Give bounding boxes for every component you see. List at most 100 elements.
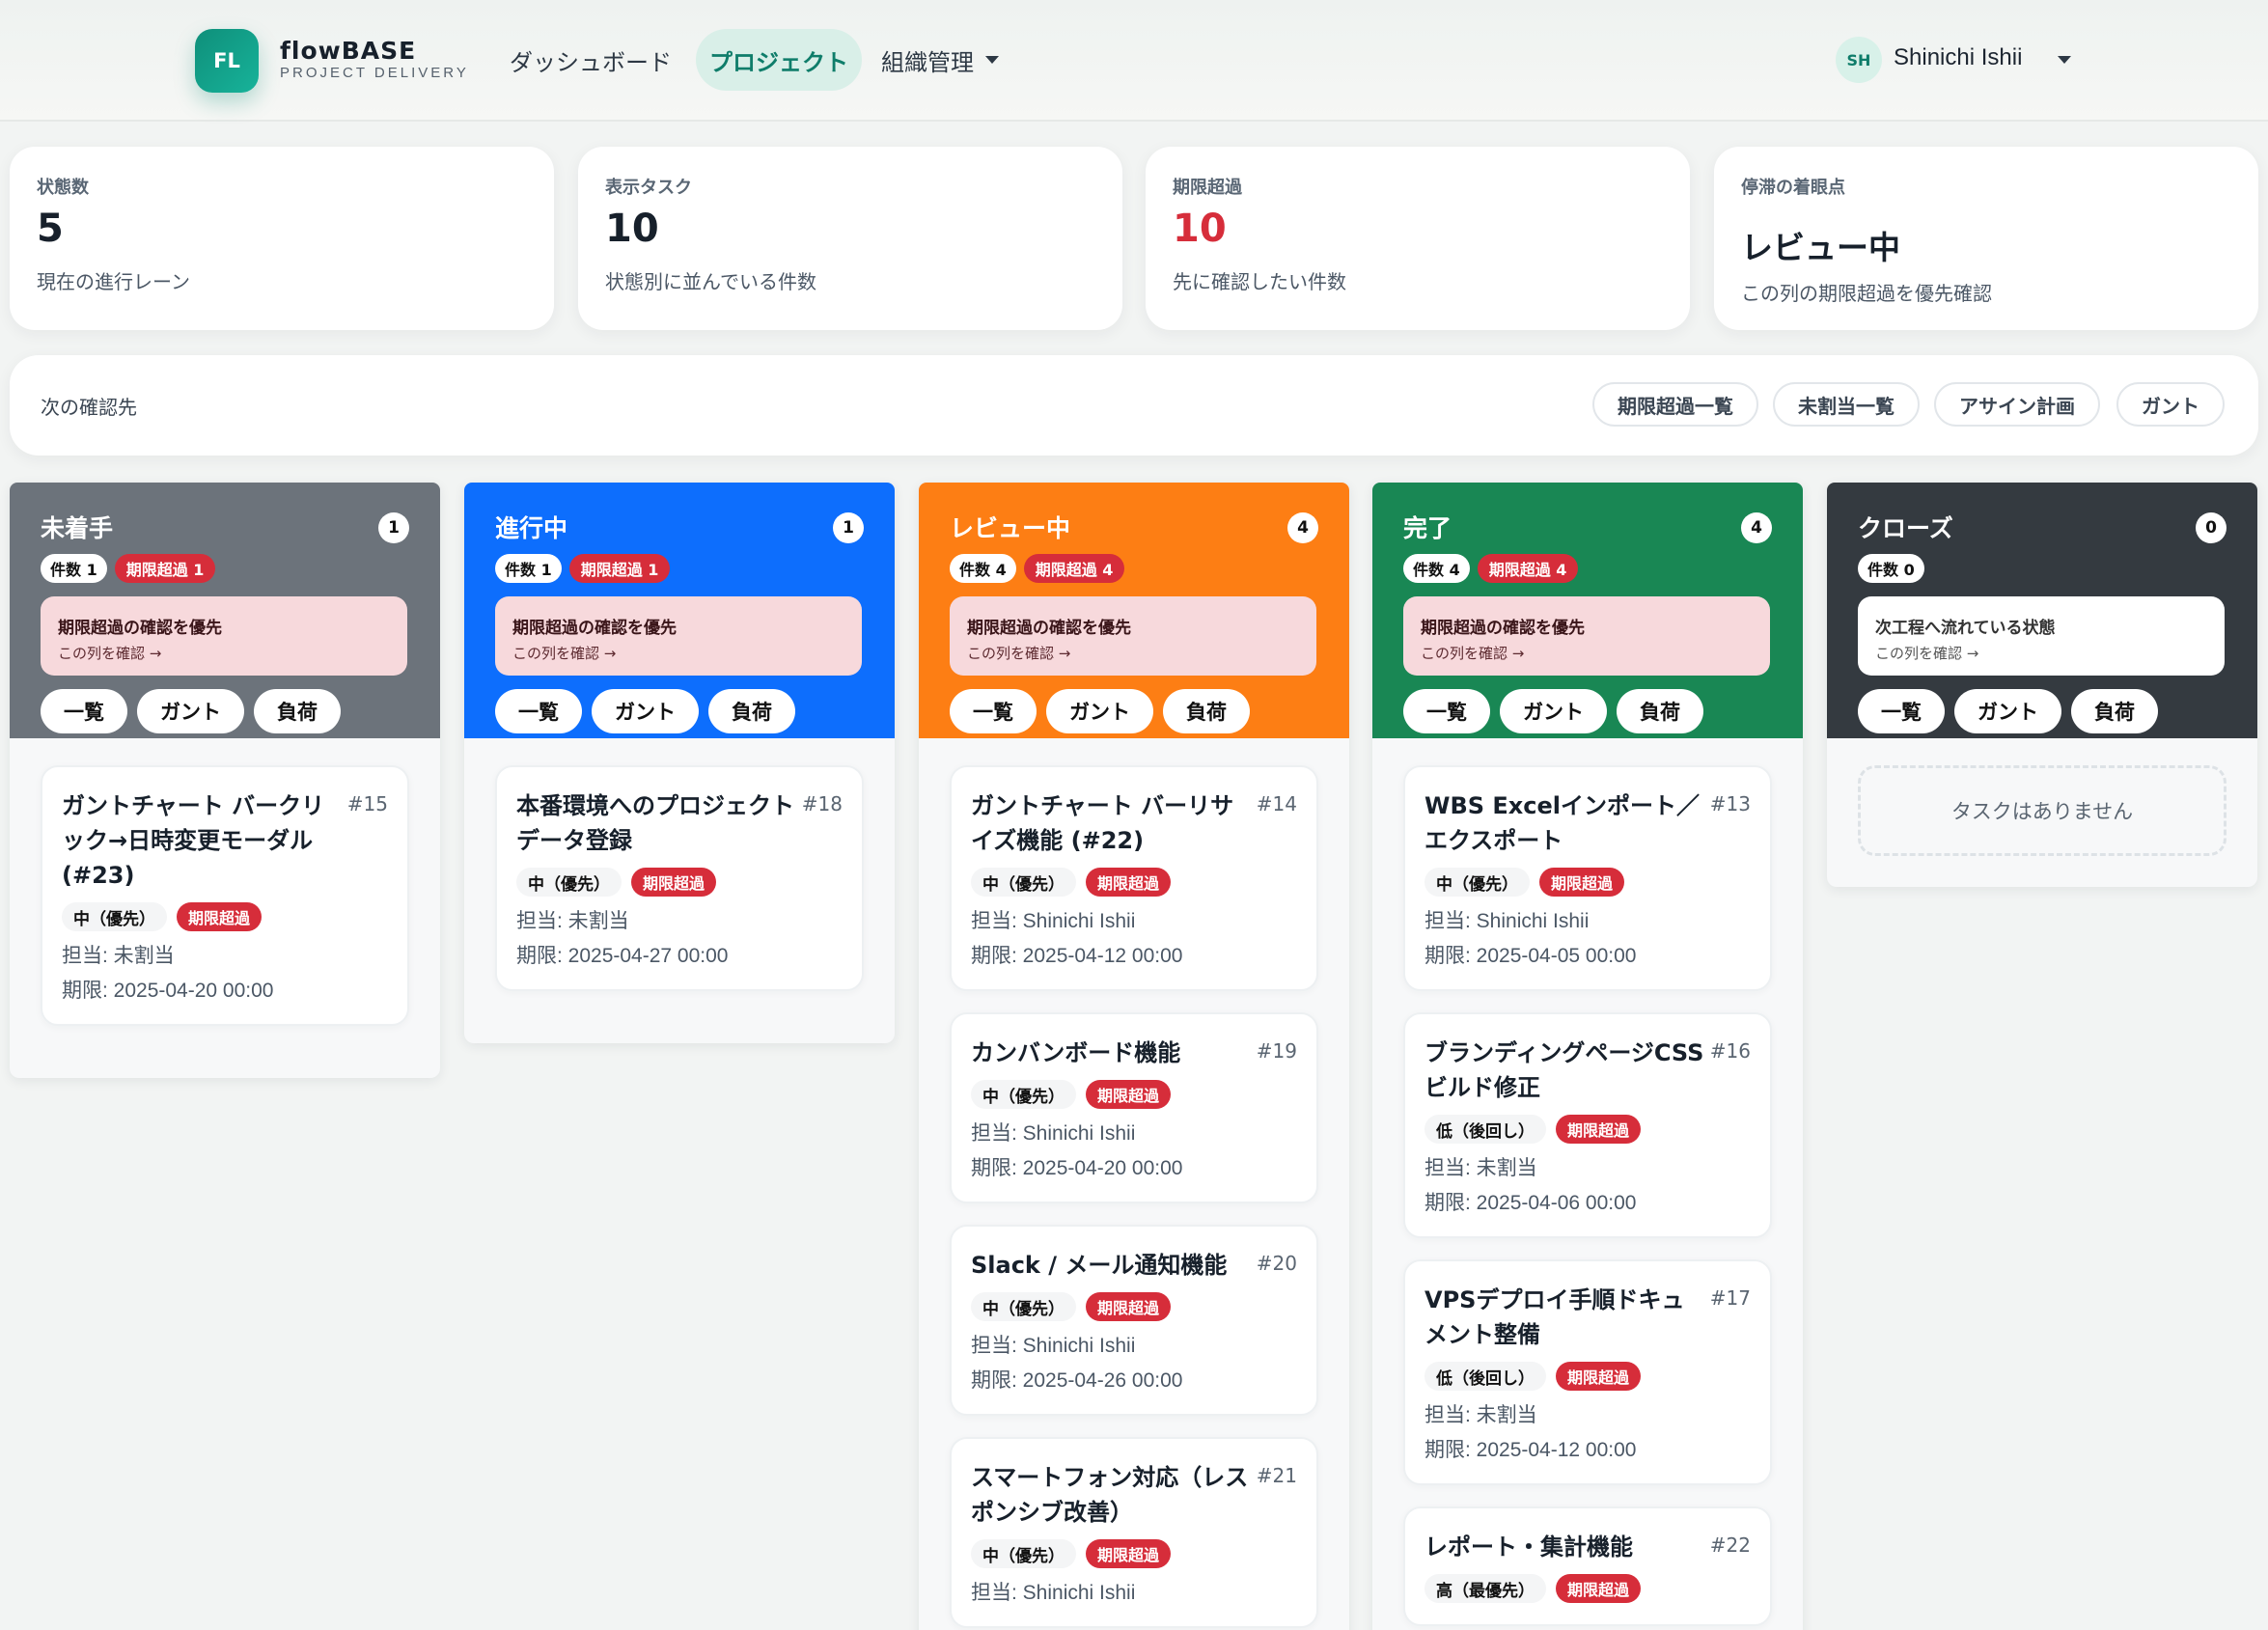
priority-badge: 低（後回し） bbox=[1424, 1362, 1546, 1391]
list-button[interactable]: 一覧 bbox=[950, 689, 1037, 733]
load-button[interactable]: 負荷 bbox=[254, 689, 341, 733]
task-card[interactable]: レポート・集計機能 #22 高（最優先） 期限超過 bbox=[1403, 1506, 1772, 1626]
gantt-button[interactable]: ガント bbox=[2116, 382, 2225, 427]
app-header: FL flowBASE PROJECT DELIVERY ダッシュボード プロジ… bbox=[0, 0, 2268, 122]
priority-badge: 中（優先） bbox=[62, 902, 167, 931]
column-alert[interactable]: 期限超過の確認を優先 この列を確認 → bbox=[950, 596, 1316, 676]
task-title[interactable]: Slack / メール通知機能 bbox=[971, 1248, 1251, 1283]
task-card[interactable]: 本番環境へのプロジェクトデータ登録 #18 中（優先） 期限超過 担当: 未割当… bbox=[495, 765, 864, 991]
gantt-button[interactable]: ガント bbox=[137, 689, 244, 733]
task-due: 期限: 2025-04-26 00:00 bbox=[971, 1369, 1183, 1392]
task-assignee: 担当: Shinichi Ishii bbox=[971, 1335, 1136, 1357]
task-due: 期限: 2025-04-06 00:00 bbox=[1424, 1192, 1637, 1214]
task-title[interactable]: VPSデプロイ手順ドキュメント整備 bbox=[1424, 1283, 1704, 1352]
overdue-badge: 期限超過 bbox=[1556, 1362, 1642, 1391]
stat-desc: 現在の進行レーン bbox=[37, 270, 190, 293]
task-due: 期限: 2025-04-12 00:00 bbox=[971, 945, 1183, 967]
gantt-button[interactable]: ガント bbox=[1046, 689, 1153, 733]
load-button[interactable]: 負荷 bbox=[1163, 689, 1250, 733]
column-alert[interactable]: 次工程へ流れている状態 この列を確認 → bbox=[1858, 596, 2225, 676]
column-in-progress: 進行中 1 件数 1 期限超過 1 期限超過の確認を優先 この列を確認 → 一覧… bbox=[464, 483, 895, 1043]
task-number: #13 bbox=[1709, 792, 1751, 815]
load-button[interactable]: 負荷 bbox=[1617, 689, 1703, 733]
nav-projects[interactable]: プロジェクト bbox=[696, 29, 862, 91]
list-button[interactable]: 一覧 bbox=[1403, 689, 1490, 733]
task-due: 期限: 2025-04-27 00:00 bbox=[516, 945, 729, 967]
stat-card-overdue: 期限超過 10 先に確認したい件数 bbox=[1146, 147, 1690, 330]
count-chip: 件数 1 bbox=[41, 554, 107, 583]
unassigned-list-button[interactable]: 未割当一覧 bbox=[1773, 382, 1920, 427]
logo-badge[interactable]: FL bbox=[195, 29, 259, 93]
stat-label: 停滞の着眼点 bbox=[1741, 178, 1845, 198]
overdue-chip: 期限超過 4 bbox=[1023, 554, 1125, 583]
alert-link[interactable]: この列を確認 → bbox=[1421, 643, 1524, 663]
task-title[interactable]: レポート・集計機能 bbox=[1424, 1530, 1704, 1564]
nav-organization[interactable]: 組織管理 bbox=[868, 29, 1012, 91]
task-assignee: 担当: Shinichi Ishii bbox=[971, 910, 1136, 932]
user-menu-chevron-down-icon[interactable] bbox=[2058, 56, 2071, 64]
priority-badge: 中（優先） bbox=[516, 868, 622, 897]
load-button[interactable]: 負荷 bbox=[2071, 689, 2158, 733]
avatar[interactable]: SH bbox=[1836, 37, 1882, 83]
load-button[interactable]: 負荷 bbox=[708, 689, 795, 733]
task-card[interactable]: カンバンボード機能 #19 中（優先） 期限超過 担当: Shinichi Is… bbox=[950, 1012, 1318, 1203]
column-alert[interactable]: 期限超過の確認を優先 この列を確認 → bbox=[1403, 596, 1770, 676]
task-title[interactable]: WBS Excelインポート／エクスポート bbox=[1424, 788, 1704, 858]
assign-plan-button[interactable]: アサイン計画 bbox=[1934, 382, 2100, 427]
gantt-button[interactable]: ガント bbox=[592, 689, 699, 733]
brand-name[interactable]: flowBASE bbox=[280, 37, 416, 65]
task-due: 期限: 2025-04-05 00:00 bbox=[1424, 945, 1637, 967]
task-title[interactable]: スマートフォン対応（レスポンシブ改善） bbox=[971, 1460, 1251, 1530]
task-card[interactable]: ガントチャート バークリック→日時変更モーダル (#23) #15 中（優先） … bbox=[41, 765, 409, 1026]
overdue-badge: 期限超過 bbox=[1556, 1574, 1642, 1603]
column-count-badge: 4 bbox=[1741, 512, 1772, 543]
nav-dashboard-label: ダッシュボード bbox=[510, 48, 672, 76]
alert-title: 期限超過の確認を優先 bbox=[1421, 619, 1585, 638]
column-alert[interactable]: 期限超過の確認を優先 この列を確認 → bbox=[41, 596, 407, 676]
stat-value: レビュー中 bbox=[1741, 229, 1900, 266]
list-button[interactable]: 一覧 bbox=[41, 689, 127, 733]
overdue-badge: 期限超過 bbox=[1556, 1115, 1642, 1144]
overdue-list-button[interactable]: 期限超過一覧 bbox=[1592, 382, 1758, 427]
overdue-badge: 期限超過 bbox=[1086, 1539, 1172, 1568]
task-title[interactable]: カンバンボード機能 bbox=[971, 1036, 1251, 1070]
brand-subtitle: PROJECT DELIVERY bbox=[280, 65, 469, 81]
overdue-badge: 期限超過 bbox=[1539, 868, 1625, 897]
task-number: #20 bbox=[1256, 1252, 1297, 1275]
alert-link[interactable]: この列を確認 → bbox=[1875, 643, 1978, 663]
chevron-down-icon bbox=[985, 56, 999, 64]
alert-link[interactable]: この列を確認 → bbox=[967, 643, 1070, 663]
stat-card-focus: 停滞の着眼点 レビュー中 この列の期限超過を優先確認 bbox=[1714, 147, 2258, 330]
task-card[interactable]: WBS Excelインポート／エクスポート #13 中（優先） 期限超過 担当:… bbox=[1403, 765, 1772, 991]
gantt-button[interactable]: ガント bbox=[1954, 689, 2061, 733]
task-card[interactable]: スマートフォン対応（レスポンシブ改善） #21 中（優先） 期限超過 担当: S… bbox=[950, 1437, 1318, 1628]
alert-link[interactable]: この列を確認 → bbox=[58, 643, 161, 663]
column-review: レビュー中 4 件数 4 期限超過 4 期限超過の確認を優先 この列を確認 → … bbox=[919, 483, 1349, 1630]
column-alert[interactable]: 期限超過の確認を優先 この列を確認 → bbox=[495, 596, 862, 676]
task-card[interactable]: ガントチャート バーリサイズ機能 (#22) #14 中（優先） 期限超過 担当… bbox=[950, 765, 1318, 991]
task-number: #15 bbox=[346, 792, 388, 815]
stat-value: 10 bbox=[1173, 207, 1227, 251]
task-card[interactable]: ブランディングページCSSビルド修正 #16 低（後回し） 期限超過 担当: 未… bbox=[1403, 1012, 1772, 1238]
user-name[interactable]: Shinichi Ishii bbox=[1894, 44, 2022, 71]
task-card[interactable]: Slack / メール通知機能 #20 中（優先） 期限超過 担当: Shini… bbox=[950, 1225, 1318, 1416]
alert-link[interactable]: この列を確認 → bbox=[512, 643, 616, 663]
list-button[interactable]: 一覧 bbox=[495, 689, 582, 733]
gantt-button[interactable]: ガント bbox=[1500, 689, 1607, 733]
nav-dashboard[interactable]: ダッシュボード bbox=[496, 29, 685, 91]
task-number: #19 bbox=[1256, 1039, 1297, 1063]
column-header: 未着手 1 件数 1 期限超過 1 期限超過の確認を優先 この列を確認 → 一覧… bbox=[10, 483, 440, 738]
overdue-chip: 期限超過 4 bbox=[1477, 554, 1579, 583]
stat-label: 表示タスク bbox=[605, 178, 692, 198]
task-title[interactable]: ガントチャート バーリサイズ機能 (#22) bbox=[971, 788, 1251, 858]
list-button[interactable]: 一覧 bbox=[1858, 689, 1945, 733]
task-title[interactable]: ガントチャート バークリック→日時変更モーダル (#23) bbox=[62, 788, 342, 893]
task-number: #14 bbox=[1256, 792, 1297, 815]
task-title[interactable]: 本番環境へのプロジェクトデータ登録 bbox=[516, 788, 796, 858]
task-title[interactable]: ブランディングページCSSビルド修正 bbox=[1424, 1036, 1704, 1105]
column-closed: クローズ 0 件数 0 次工程へ流れている状態 この列を確認 → 一覧 ガント … bbox=[1827, 483, 2257, 887]
task-card[interactable]: VPSデプロイ手順ドキュメント整備 #17 低（後回し） 期限超過 担当: 未割… bbox=[1403, 1259, 1772, 1485]
empty-state: タスクはありません bbox=[1858, 765, 2227, 856]
nav-organization-label: 組織管理 bbox=[881, 48, 974, 76]
column-header: 進行中 1 件数 1 期限超過 1 期限超過の確認を優先 この列を確認 → 一覧… bbox=[464, 483, 895, 738]
